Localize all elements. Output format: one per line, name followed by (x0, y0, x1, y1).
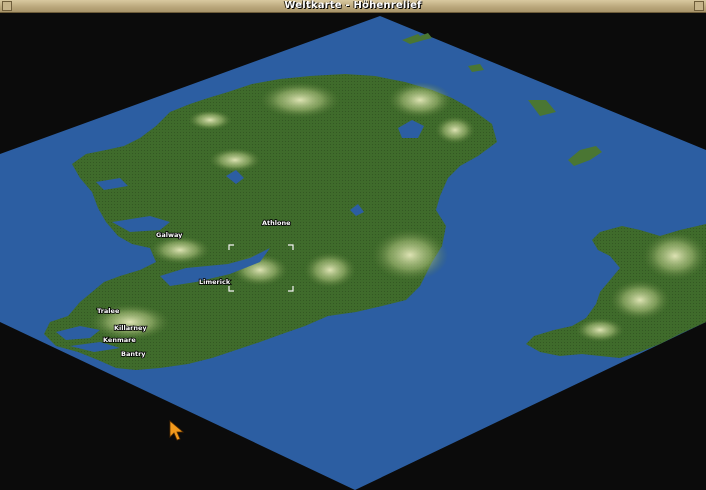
window-titlebar[interactable]: Weltkarte - Höhenrelief (0, 0, 706, 13)
town-label-kenmare[interactable]: Kenmare (102, 335, 137, 345)
arrow-cursor-icon (169, 420, 185, 441)
town-label-athlone[interactable]: Athlone (261, 218, 292, 228)
town-label-galway[interactable]: Galway (155, 230, 184, 240)
town-label-killarney[interactable]: Killarney (113, 323, 148, 333)
world-map[interactable]: Athlone Galway Limerick Tralee Killarney… (0, 13, 706, 490)
town-label-tralee[interactable]: Tralee (96, 306, 121, 316)
town-label-bantry[interactable]: Bantry (120, 349, 147, 359)
town-label-limerick[interactable]: Limerick (198, 277, 231, 287)
window-title: Weltkarte - Höhenrelief (284, 0, 422, 11)
titlebar-right-grip[interactable] (694, 1, 704, 11)
